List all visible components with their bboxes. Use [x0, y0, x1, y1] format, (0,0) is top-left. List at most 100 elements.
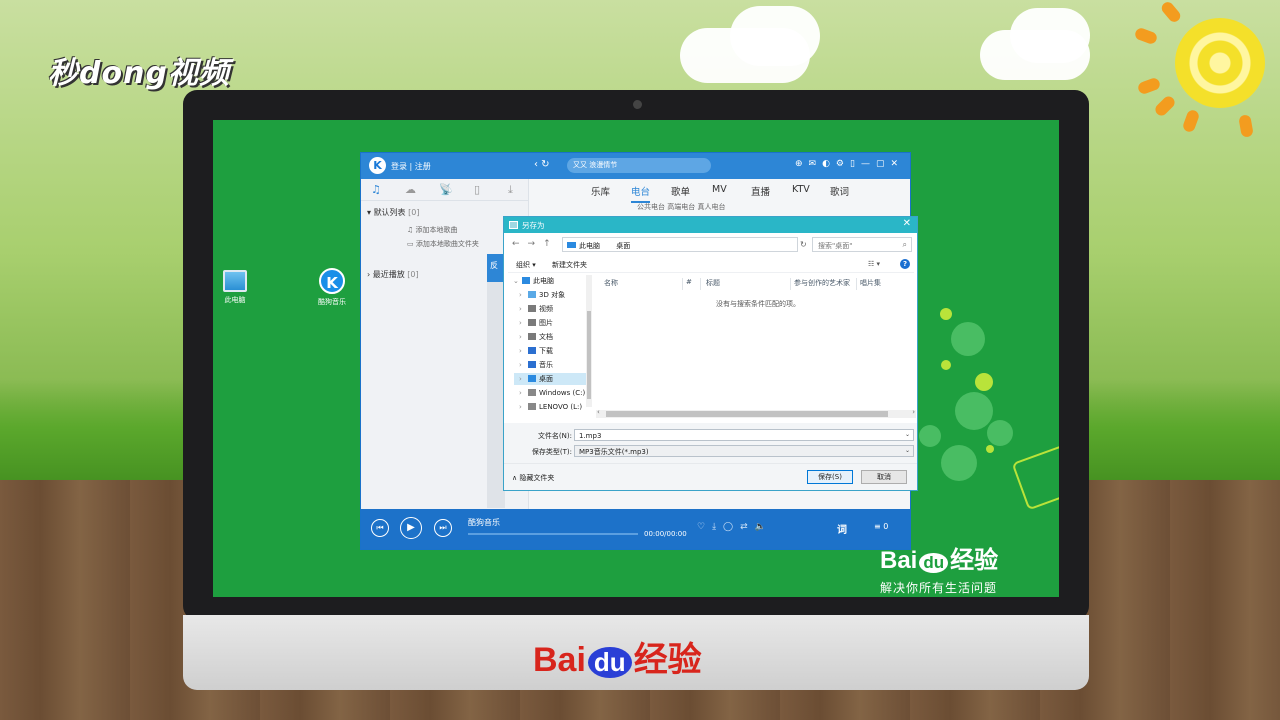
picture-icon: [528, 319, 536, 326]
scroll-left-icon[interactable]: ‹: [597, 408, 600, 416]
cloud-icon[interactable]: ☁: [405, 183, 416, 196]
dialog-title: 另存为: [522, 221, 545, 230]
tree-item-videos[interactable]: › 视频: [514, 303, 594, 315]
tree-item-downloads[interactable]: › 下载: [514, 345, 594, 357]
login-register-link[interactable]: 登录 | 注册: [391, 161, 431, 172]
radio-icon[interactable]: 📡: [439, 183, 453, 196]
tree-scrollbar[interactable]: [586, 275, 592, 407]
organize-button[interactable]: 组织 ▾: [516, 260, 536, 270]
column-separator[interactable]: [682, 278, 683, 290]
music-note-icon: [528, 361, 536, 368]
column-title[interactable]: 标题: [706, 278, 720, 288]
column-name[interactable]: 名称: [604, 278, 618, 288]
scrollbar-thumb[interactable]: [606, 411, 888, 417]
filename-label: 文件名(N):: [537, 432, 572, 440]
deco-dot: [986, 445, 994, 453]
filetype-select[interactable]: MP3音乐文件(*.mp3) ⌄: [574, 445, 914, 457]
sun-ray: [1159, 0, 1183, 25]
save-button[interactable]: 保存(S): [807, 470, 853, 484]
dialog-title-bar: 另存为 ✕: [504, 217, 917, 233]
sun-ray: [1133, 26, 1159, 46]
document-icon: [528, 333, 536, 340]
tree-item-documents[interactable]: › 文档: [514, 331, 594, 343]
player-search-input[interactable]: 又又 浪漫情节: [567, 158, 711, 173]
deco-card: [1011, 439, 1059, 511]
dialog-footer: ∧ 隐藏文件夹 保存(S) 取消: [504, 463, 917, 490]
tree-item-this-pc[interactable]: ⌄ 此电脑: [508, 275, 588, 287]
tree-item-3d-objects[interactable]: › 3D 对象: [514, 289, 594, 301]
device-icon[interactable]: ▯: [474, 183, 480, 196]
column-artist[interactable]: 参与创作的艺术家: [794, 278, 850, 288]
tab-mv[interactable]: MV: [712, 184, 727, 195]
lyric-button[interactable]: 词: [837, 521, 847, 536]
cloud: [1010, 8, 1090, 63]
music-note-icon[interactable]: ♫: [371, 183, 381, 196]
tree-item-music[interactable]: › 音乐: [514, 359, 594, 371]
close-icon[interactable]: ✕: [903, 218, 911, 229]
chevron-down-icon[interactable]: ⌄: [905, 431, 910, 439]
drive-icon: [528, 403, 536, 410]
new-folder-button[interactable]: 新建文件夹: [552, 260, 587, 270]
play-button[interactable]: ▶: [400, 517, 422, 539]
radio-subtabs[interactable]: 公共电台 高端电台 真人电台: [637, 202, 725, 212]
horizontal-scrollbar[interactable]: ‹ ›: [596, 408, 916, 418]
deco-dot: [940, 308, 952, 320]
desktop-icon-kugou[interactable]: K 酷狗音乐: [310, 268, 354, 307]
help-icon[interactable]: ?: [900, 259, 910, 269]
filename-input[interactable]: 1.mp3 ⌄: [574, 429, 914, 441]
view-options-icon[interactable]: ☷ ▾: [868, 260, 880, 268]
deco-circle: [955, 392, 993, 430]
tab-ktv[interactable]: KTV: [792, 184, 810, 195]
sidebar-tabs: ♫ ☁ 📡 ▯ ⤓: [361, 179, 529, 201]
add-local-folder-link[interactable]: ▭ 添加本地歌曲文件夹: [407, 239, 479, 249]
tree-item-pictures[interactable]: › 图片: [514, 317, 594, 329]
recent-list-header[interactable]: › 最近播放 [0]: [367, 269, 419, 280]
download-icon[interactable]: ⤓: [508, 183, 513, 197]
window-controls[interactable]: ⊕✉◐⚙▯—▢✕: [795, 159, 904, 169]
hide-folders-toggle[interactable]: ∧ 隐藏文件夹: [512, 473, 554, 483]
tree-item-desktop[interactable]: › 桌面: [514, 373, 586, 385]
column-number[interactable]: #: [686, 278, 692, 286]
kugou-logo-icon[interactable]: K: [369, 157, 386, 174]
desktop-icon-this-pc[interactable]: 此电脑: [213, 270, 257, 305]
dialog-window-icon: [509, 221, 518, 229]
player-tool-icons[interactable]: ♡⤓◯⇄🔈: [697, 522, 773, 532]
column-separator[interactable]: [790, 278, 791, 290]
cancel-button[interactable]: 取消: [861, 470, 907, 484]
sun-icon: [1175, 18, 1265, 108]
scroll-right-icon[interactable]: ›: [912, 408, 915, 416]
column-separator[interactable]: [700, 278, 701, 290]
breadcrumb[interactable]: 此电脑 桌面: [562, 237, 798, 252]
tree-item-windows-c[interactable]: › Windows (C:): [514, 387, 594, 399]
tab-playlist[interactable]: 歌单: [671, 184, 690, 198]
playback-time: 00:00/00:00: [644, 530, 687, 538]
baidu-jingyan-screen-logo: Bai du 经验 解决你所有生活问题: [880, 547, 999, 595]
deco-circle: [919, 425, 941, 447]
previous-track-button[interactable]: ⏮: [371, 519, 389, 537]
nav-arrows-icon[interactable]: ←→↑: [512, 239, 559, 249]
deco-circle: [951, 322, 985, 356]
progress-bar[interactable]: [468, 533, 638, 535]
tab-live[interactable]: 直播: [751, 184, 770, 198]
column-album[interactable]: 唱片集: [860, 278, 881, 288]
sun-ray: [1136, 76, 1162, 96]
column-separator[interactable]: [856, 278, 857, 290]
download-icon: [528, 347, 536, 354]
tab-lyrics[interactable]: 歌词: [830, 184, 849, 198]
save-as-dialog: 另存为 ✕ ←→↑ 此电脑 桌面 ↻ 搜索"桌面" ⌕ 组织 ▾ 新建文件夹 ☷…: [503, 216, 918, 491]
back-forward-icon[interactable]: ‹ ↻: [534, 159, 550, 170]
tab-radio[interactable]: 电台: [631, 184, 651, 203]
refresh-icon[interactable]: ↻: [800, 240, 807, 249]
next-track-button[interactable]: ⏭: [434, 519, 452, 537]
webcam: [633, 100, 642, 109]
dialog-search-input[interactable]: 搜索"桌面" ⌕: [812, 237, 912, 252]
default-list-header[interactable]: ▾ 默认列表 [0]: [367, 207, 419, 218]
scrollbar-thumb[interactable]: [587, 311, 591, 399]
add-local-song-link[interactable]: ♫ 添加本地歌曲: [407, 225, 458, 235]
tab-library[interactable]: 乐库: [591, 184, 610, 198]
chevron-down-icon[interactable]: ⌄: [905, 447, 910, 455]
tree-item-lenovo-l[interactable]: › LENOVO (L:): [514, 401, 594, 413]
queue-count[interactable]: ≡ 0: [874, 522, 888, 531]
deco-circle: [941, 445, 977, 481]
file-list: 名称 # 标题 参与创作的艺术家 唱片集 没有与搜索条件匹配的项。: [596, 275, 916, 411]
